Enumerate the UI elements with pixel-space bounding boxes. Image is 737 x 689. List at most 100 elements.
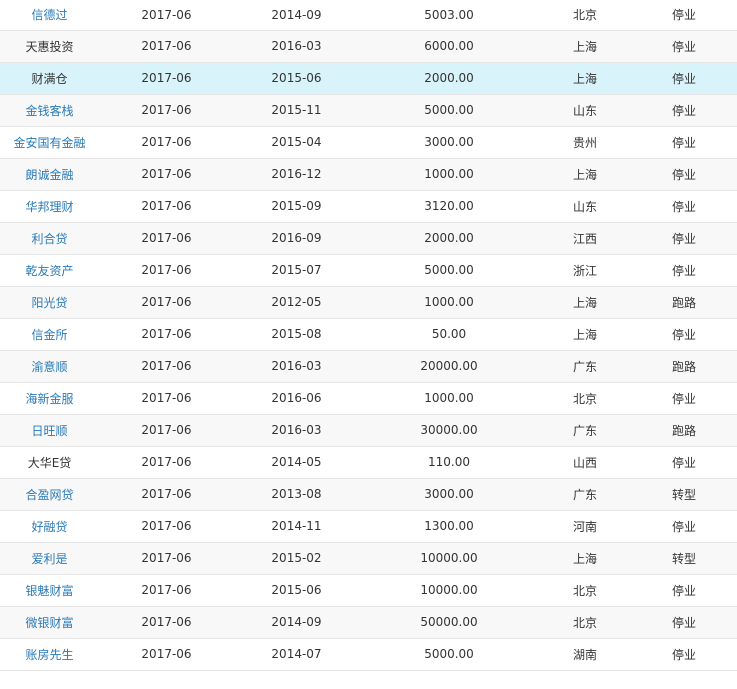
platform-name-link[interactable]: 信金所 <box>0 318 99 351</box>
launch-date: 2015-04 <box>234 126 359 159</box>
platform-name-link[interactable]: 财满仓 <box>0 62 99 95</box>
table-row[interactable]: 阳光贷 2017-06 2012-05 1000.00 上海 跑路 <box>0 286 737 319</box>
platform-name-link[interactable]: 微银财富 <box>0 606 99 639</box>
status: 停业 <box>631 638 737 671</box>
launch-date: 2015-02 <box>234 542 359 575</box>
region: 广东 <box>539 478 631 511</box>
record-date: 2017-06 <box>99 126 234 159</box>
status: 跑路 <box>631 414 737 447</box>
status: 跑路 <box>631 350 737 383</box>
region: 上海 <box>539 30 631 63</box>
launch-date: 2016-03 <box>234 350 359 383</box>
status: 停业 <box>631 318 737 351</box>
table-row[interactable]: 华邦理财 2017-06 2015-09 3120.00 山东 停业 <box>0 190 737 223</box>
platform-name-link[interactable]: 天惠投资 <box>0 30 99 63</box>
platform-name-link[interactable]: 朗诚金融 <box>0 158 99 191</box>
launch-date: 2013-08 <box>234 478 359 511</box>
platform-name-link[interactable]: 海新金服 <box>0 382 99 415</box>
record-date: 2017-06 <box>99 478 234 511</box>
record-date: 2017-06 <box>99 350 234 383</box>
table-row[interactable]: 账房先生 2017-06 2014-07 5000.00 湖南 停业 <box>0 638 737 671</box>
region: 浙江 <box>539 254 631 287</box>
status: 停业 <box>631 30 737 63</box>
launch-date: 2016-06 <box>234 382 359 415</box>
platform-name-link[interactable]: 渝意顺 <box>0 350 99 383</box>
table-row[interactable]: 利合贷 2017-06 2016-09 2000.00 江西 停业 <box>0 222 737 255</box>
table-row[interactable]: 金安国有金融 2017-06 2015-04 3000.00 贵州 停业 <box>0 126 737 159</box>
platform-name-link[interactable]: 利合贷 <box>0 222 99 255</box>
region: 上海 <box>539 62 631 95</box>
registered-capital: 3120.00 <box>359 190 539 223</box>
launch-date: 2014-11 <box>234 510 359 543</box>
table-row[interactable]: 乾友资产 2017-06 2015-07 5000.00 浙江 停业 <box>0 254 737 287</box>
status: 停业 <box>631 94 737 127</box>
registered-capital: 20000.00 <box>359 350 539 383</box>
record-date: 2017-06 <box>99 638 234 671</box>
region: 山西 <box>539 446 631 479</box>
region: 贵州 <box>539 126 631 159</box>
status: 跑路 <box>631 286 737 319</box>
table-row[interactable]: 好融贷 2017-06 2014-11 1300.00 河南 停业 <box>0 510 737 543</box>
status: 停业 <box>631 254 737 287</box>
table-row[interactable]: 微银财富 2017-06 2014-09 50000.00 北京 停业 <box>0 606 737 639</box>
platform-name-link[interactable]: 合盈网贷 <box>0 478 99 511</box>
record-date: 2017-06 <box>99 94 234 127</box>
registered-capital: 2000.00 <box>359 62 539 95</box>
platform-name-link[interactable]: 乾友资产 <box>0 254 99 287</box>
platform-name-link[interactable]: 金钱客栈 <box>0 94 99 127</box>
record-date: 2017-06 <box>99 382 234 415</box>
table-row-highlighted[interactable]: 财满仓 2017-06 2015-06 2000.00 上海 停业 <box>0 62 737 95</box>
table-row[interactable]: 金钱客栈 2017-06 2015-11 5000.00 山东 停业 <box>0 94 737 127</box>
status: 转型 <box>631 542 737 575</box>
platform-name-link[interactable]: 大华E贷 <box>0 446 99 479</box>
launch-date: 2016-03 <box>234 30 359 63</box>
record-date: 2017-06 <box>99 158 234 191</box>
platform-name-link[interactable]: 好融贷 <box>0 510 99 543</box>
status: 停业 <box>631 606 737 639</box>
launch-date: 2015-08 <box>234 318 359 351</box>
launch-date: 2015-09 <box>234 190 359 223</box>
table-row[interactable]: 天惠投资 2017-06 2016-03 6000.00 上海 停业 <box>0 30 737 63</box>
launch-date: 2015-06 <box>234 574 359 607</box>
record-date: 2017-06 <box>99 190 234 223</box>
region: 上海 <box>539 542 631 575</box>
region: 江西 <box>539 222 631 255</box>
table-row[interactable]: 渝意顺 2017-06 2016-03 20000.00 广东 跑路 <box>0 350 737 383</box>
launch-date: 2016-09 <box>234 222 359 255</box>
table-row[interactable]: 信德过 2017-06 2014-09 5003.00 北京 停业 <box>0 0 737 31</box>
table-row[interactable]: 银魅财富 2017-06 2015-06 10000.00 北京 停业 <box>0 574 737 607</box>
table-row[interactable]: 海新金服 2017-06 2016-06 1000.00 北京 停业 <box>0 382 737 415</box>
region: 山东 <box>539 94 631 127</box>
region: 湖南 <box>539 638 631 671</box>
record-date: 2017-06 <box>99 254 234 287</box>
platform-name-link[interactable]: 华邦理财 <box>0 190 99 223</box>
platform-name-link[interactable]: 阳光贷 <box>0 286 99 319</box>
launch-date: 2015-06 <box>234 62 359 95</box>
record-date: 2017-06 <box>99 30 234 63</box>
registered-capital: 5000.00 <box>359 94 539 127</box>
table-row[interactable]: 爱利是 2017-06 2015-02 10000.00 上海 转型 <box>0 542 737 575</box>
table-row[interactable]: 信金所 2017-06 2015-08 50.00 上海 停业 <box>0 318 737 351</box>
table-row[interactable]: 合盈网贷 2017-06 2013-08 3000.00 广东 转型 <box>0 478 737 511</box>
platform-name-link[interactable]: 账房先生 <box>0 638 99 671</box>
status: 停业 <box>631 574 737 607</box>
region: 北京 <box>539 0 631 31</box>
registered-capital: 110.00 <box>359 446 539 479</box>
registered-capital: 5000.00 <box>359 254 539 287</box>
platform-name-link[interactable]: 爱利是 <box>0 542 99 575</box>
table-row[interactable]: 朗诚金融 2017-06 2016-12 1000.00 上海 停业 <box>0 158 737 191</box>
registered-capital: 50.00 <box>359 318 539 351</box>
platform-name-link[interactable]: 信德过 <box>0 0 99 31</box>
table-row[interactable]: 日旺顺 2017-06 2016-03 30000.00 广东 跑路 <box>0 414 737 447</box>
table-row[interactable]: 大华E贷 2017-06 2014-05 110.00 山西 停业 <box>0 446 737 479</box>
region: 上海 <box>539 318 631 351</box>
registered-capital: 1000.00 <box>359 158 539 191</box>
record-date: 2017-06 <box>99 606 234 639</box>
launch-date: 2015-11 <box>234 94 359 127</box>
platform-name-link[interactable]: 金安国有金融 <box>0 126 99 159</box>
record-date: 2017-06 <box>99 574 234 607</box>
platform-name-link[interactable]: 银魅财富 <box>0 574 99 607</box>
launch-date: 2014-07 <box>234 638 359 671</box>
region: 山东 <box>539 190 631 223</box>
platform-name-link[interactable]: 日旺顺 <box>0 414 99 447</box>
